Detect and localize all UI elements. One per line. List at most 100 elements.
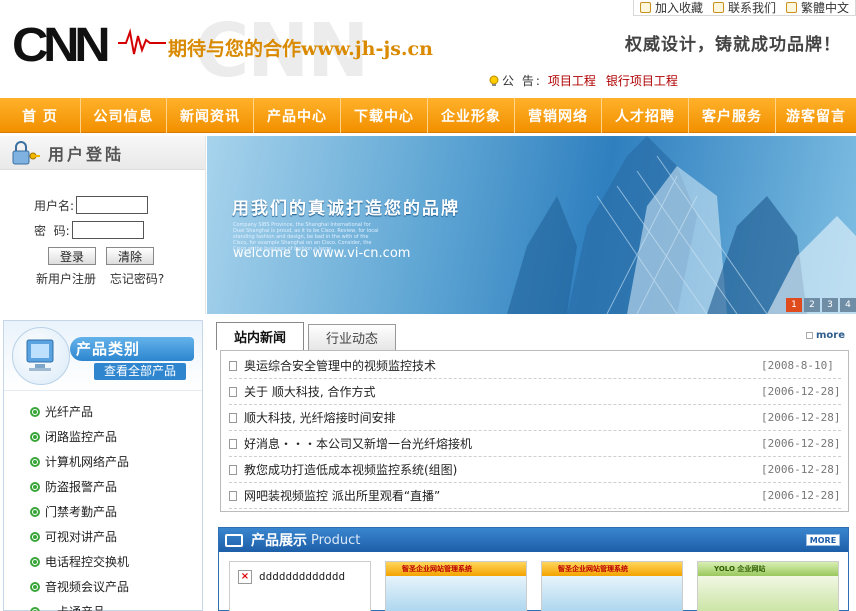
category-item[interactable]: 光纤产品: [30, 399, 129, 424]
product-more-button[interactable]: MORE: [806, 534, 840, 546]
traditional-chinese-link[interactable]: 繁體中文: [785, 0, 849, 15]
banner-page-3[interactable]: 3: [822, 298, 838, 312]
document-icon: [229, 438, 237, 449]
password-input[interactable]: [71, 221, 144, 239]
nav-corporate-image[interactable]: 企业形象: [428, 98, 515, 133]
bullet-icon: [30, 556, 40, 567]
nav-news[interactable]: 新闻资讯: [167, 98, 254, 133]
product-showcase-subtitle: Product: [311, 532, 361, 548]
nav-customer-service[interactable]: 客户服务: [689, 98, 776, 133]
product-showcase-title: 产品展示: [251, 533, 307, 549]
add-favorite-label: 加入收藏: [654, 1, 703, 15]
tab-industry-news[interactable]: 行业动态: [308, 324, 396, 350]
login-button[interactable]: 登录: [48, 247, 96, 265]
category-item[interactable]: 门禁考勤产品: [30, 499, 129, 524]
clear-button[interactable]: 清除: [106, 247, 154, 265]
banner-page-2[interactable]: 2: [804, 298, 820, 312]
notice-item-project[interactable]: 项目工程: [548, 72, 596, 89]
lock-key-icon: [12, 140, 40, 164]
category-item[interactable]: 闭路监控产品: [30, 424, 129, 449]
category-label: 光纤产品: [45, 405, 94, 419]
product-categories-panel: 产品类别 查看全部产品 光纤产品 闭路监控产品 计算机网络产品 防盗报警产品 门…: [3, 320, 203, 611]
banner-title: 用我们的真诚打造您的品牌: [232, 199, 460, 219]
news-title: 关于 顺大科技, 合作方式: [244, 385, 376, 399]
banner-pager: 1 2 3 4: [784, 298, 856, 312]
forgot-password-link[interactable]: 忘记密码?: [110, 272, 164, 286]
news-title: 网吧装视频监控 派出所里观看“直播”: [244, 489, 441, 503]
category-label: 电话程控交换机: [45, 555, 130, 569]
logo-slogan: 期待与您的合作www.jh-js.cn: [168, 38, 433, 60]
news-date: [2006-12-28]: [761, 463, 841, 476]
document-icon: [229, 360, 237, 371]
news-date: [2006-12-28]: [761, 411, 841, 424]
thumbnail-title: 智圣企业网站管理系统: [386, 562, 526, 576]
nav-guestbook[interactable]: 游客留言: [776, 98, 856, 133]
news-item[interactable]: 顺大科技, 光纤熔接时间安排 [2006-12-28]: [229, 405, 841, 431]
news-title: 好消息・・・本公司又新增一台光纤熔接机: [244, 437, 473, 451]
news-date: [2006-12-28]: [761, 489, 841, 502]
news-item[interactable]: 关于 顺大科技, 合作方式 [2006-12-28]: [229, 379, 841, 405]
news-item[interactable]: 奥运综合安全管理中的视频监控技术 [2008-8-10]: [229, 353, 841, 379]
news-list: 奥运综合安全管理中的视频监控技术 [2008-8-10] 关于 顺大科技, 合作方…: [229, 353, 841, 509]
password-label: 密 码:: [34, 223, 70, 238]
product-showcase-header: 产品展示 Product MORE: [219, 528, 848, 552]
product-card[interactable]: × ddddddddddddd: [229, 561, 371, 611]
document-icon: [229, 490, 237, 501]
banner[interactable]: 用我们的真诚打造您的品牌 Company SIBS Province, the …: [207, 136, 856, 314]
category-item[interactable]: 防盗报警产品: [30, 474, 129, 499]
news-item[interactable]: 教您成功打造低成本视频监控系统(组图) [2006-12-28]: [229, 457, 841, 483]
bullet-icon: [30, 531, 40, 542]
category-label: 一卡通产品: [45, 603, 105, 611]
news-more-link[interactable]: more: [805, 330, 845, 341]
nav-home[interactable]: 首 页: [0, 98, 81, 133]
username-input[interactable]: [76, 196, 149, 214]
banner-page-1[interactable]: 1: [786, 298, 802, 312]
nav-company-info[interactable]: 公司信息: [81, 98, 167, 133]
username-row: 用户名:: [34, 196, 149, 214]
product-showcase: 产品展示 Product MORE × ddddddddddddd 智圣企业网站…: [218, 527, 849, 611]
banner-page-4[interactable]: 4: [840, 298, 856, 312]
login-buttons: 登录 清除: [48, 247, 164, 265]
category-item[interactable]: 计算机网络产品: [30, 449, 129, 474]
product-card[interactable]: 智圣企业网站管理系统: [385, 561, 527, 611]
category-label: 可视对讲产品: [45, 530, 118, 544]
contact-us-link[interactable]: 联系我们: [712, 0, 776, 15]
category-item[interactable]: 可视对讲产品: [30, 524, 129, 549]
register-link[interactable]: 新用户注册: [36, 272, 96, 286]
categories-header: 产品类别 查看全部产品: [4, 321, 202, 391]
news-title: 顺大科技, 光纤熔接时间安排: [244, 411, 396, 425]
nav-downloads[interactable]: 下载中心: [341, 98, 428, 133]
bulb-icon: [489, 75, 499, 86]
category-item[interactable]: 一卡通产品: [30, 599, 129, 611]
bullet-icon: [30, 406, 40, 417]
notice-label: 公 告:: [502, 74, 542, 88]
tab-site-news[interactable]: 站内新闻: [216, 322, 304, 350]
category-label: 音视频会议产品: [45, 580, 130, 594]
thumbnail-title: YOLO 企业网站: [698, 562, 838, 576]
news-item[interactable]: 好消息・・・本公司又新增一台光纤熔接机 [2006-12-28]: [229, 431, 841, 457]
news-box: 奥运综合安全管理中的视频监控技术 [2008-8-10] 关于 顺大科技, 合作方…: [220, 350, 849, 512]
favorite-icon: [639, 2, 651, 13]
product-card[interactable]: 智圣企业网站管理系统: [541, 561, 683, 611]
logo-text: CNN: [12, 19, 111, 72]
notice-item-bank-project[interactable]: 银行项目工程: [606, 72, 678, 89]
language-icon: [785, 2, 797, 13]
product-card[interactable]: YOLO 企业网站: [697, 561, 839, 611]
bullet-icon: [30, 606, 40, 611]
add-favorite-link[interactable]: 加入收藏: [639, 0, 703, 15]
login-header: 用户登陆: [0, 136, 205, 170]
banner-welcome: welcome to www.vi-cn.com: [233, 246, 411, 261]
logo[interactable]: CNN CNN 期待与您的合作www.jh-js.cn: [0, 14, 473, 78]
document-icon: [229, 386, 237, 397]
view-all-products-button[interactable]: 查看全部产品: [94, 363, 186, 380]
category-item[interactable]: 电话程控交换机: [30, 549, 129, 574]
nav-sales-network[interactable]: 营销网络: [515, 98, 602, 133]
thumbnail-title: 智圣企业网站管理系统: [542, 562, 682, 576]
news-date: [2008-8-10]: [761, 359, 834, 372]
nav-recruitment[interactable]: 人才招聘: [602, 98, 689, 133]
category-item[interactable]: 音视频会议产品: [30, 574, 129, 599]
nav-products[interactable]: 产品中心: [254, 98, 341, 133]
document-icon: [229, 464, 237, 475]
book-icon: [225, 533, 243, 547]
news-item[interactable]: 网吧装视频监控 派出所里观看“直播” [2006-12-28]: [229, 483, 841, 509]
